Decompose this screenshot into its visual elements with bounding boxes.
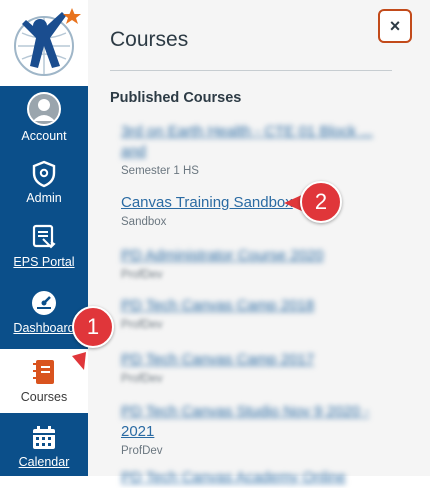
global-navigation: Account Admin EPS Portal Dashboard Cours…: [0, 0, 88, 476]
close-button[interactable]: ×: [378, 9, 412, 43]
course-link[interactable]: PD Tech Canvas Camp 2017: [121, 350, 391, 370]
course-term: Sandbox: [121, 216, 167, 228]
course-term: Semester 1 HS: [121, 165, 199, 177]
logo-icon: [14, 8, 81, 76]
course-link[interactable]: PD Tech Canvas Academy Online: [121, 468, 391, 488]
course-link[interactable]: 3rd on Earth Health - CTE 01 Block ... a…: [121, 122, 391, 162]
nav-eps-portal[interactable]: EPS Portal: [0, 222, 88, 269]
nav-calendar-label: Calendar: [18, 455, 70, 469]
course-link[interactable]: PD Administrator Course 2020: [121, 246, 391, 266]
course-item: Canvas Training Sandbox Sandbox: [121, 193, 391, 228]
section-title: Published Courses: [110, 90, 242, 106]
nav-account-label: Account: [21, 129, 67, 143]
course-link-suffix[interactable]: 2021: [121, 422, 391, 442]
nav-eps-portal-label: EPS Portal: [13, 255, 75, 269]
course-link[interactable]: PD Tech Canvas Studio Nov 9 2020 -: [121, 402, 391, 422]
dashboard-gauge-icon: [32, 291, 56, 315]
nav-admin[interactable]: Admin: [0, 160, 88, 205]
callout-badge-1: 1: [72, 306, 114, 348]
course-item: PD Tech Canvas Academy Online: [121, 468, 391, 488]
tray-divider: [110, 70, 392, 71]
course-link[interactable]: Canvas Training Sandbox: [121, 193, 391, 213]
shield-icon: [32, 160, 56, 188]
course-item: PD Administrator Course 2020 ProfDev: [121, 246, 391, 281]
course-term: ProfDev: [121, 373, 163, 385]
school-logo[interactable]: [0, 0, 88, 86]
close-icon: ×: [389, 15, 401, 36]
tray-title: Courses: [110, 28, 189, 51]
calendar-icon: [33, 426, 55, 449]
portal-icon: [32, 224, 56, 249]
course-term: ProfDev: [121, 269, 163, 281]
nav-courses-label: Courses: [20, 390, 68, 404]
callout-number-1: 1: [86, 314, 100, 339]
course-item: PD Tech Canvas Camp 2017 ProfDev: [121, 350, 391, 385]
courses-tray: Courses × Published Courses 3rd on Earth…: [88, 0, 430, 486]
course-term: ProfDev: [121, 445, 163, 457]
course-item: PD Tech Canvas Camp 2018 ProfDev: [121, 296, 391, 331]
course-item: 3rd on Earth Health - CTE 01 Block ... a…: [121, 122, 391, 177]
course-item: PD Tech Canvas Studio Nov 9 2020 - 2021 …: [121, 402, 391, 457]
account-avatar-icon: [27, 92, 61, 126]
callout-badge-2: 2: [300, 181, 342, 223]
nav-account[interactable]: Account: [0, 92, 88, 143]
callout-number-2: 2: [314, 189, 328, 214]
course-term: ProfDev: [121, 319, 163, 331]
nav-admin-label: Admin: [26, 191, 62, 205]
course-link[interactable]: PD Tech Canvas Camp 2018: [121, 296, 391, 316]
nav-calendar[interactable]: Calendar: [0, 424, 88, 469]
courses-book-icon: [33, 360, 54, 384]
